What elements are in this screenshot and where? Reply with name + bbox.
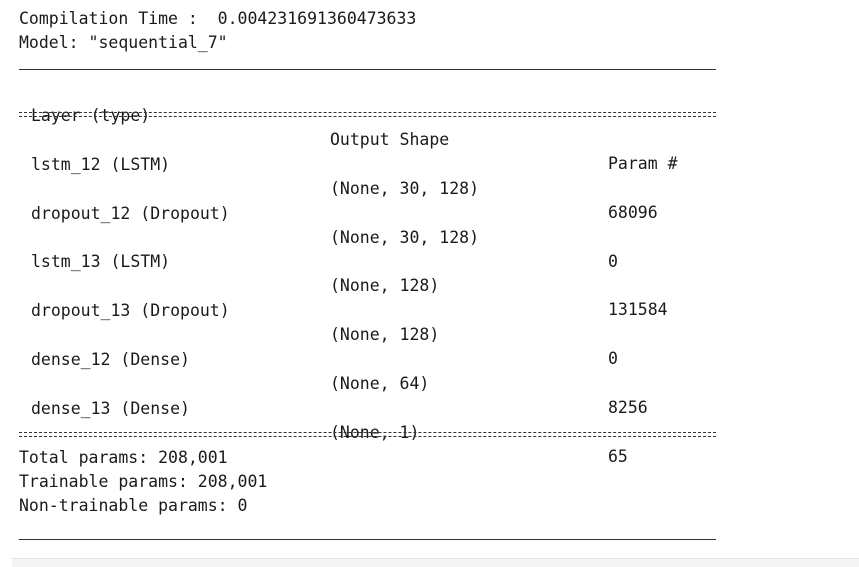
table-row: dense_13 (Dense) (None, 1) 65 xyxy=(31,373,721,466)
layer-name: dense_12 (Dense) xyxy=(31,350,190,369)
trainable-params-text: Trainable params: 208,001 xyxy=(19,472,268,491)
header-param: Param # xyxy=(608,154,678,173)
params-summary: Total params: 208,001 Trainable params: … xyxy=(19,446,719,518)
layer-name: dropout_13 (Dropout) xyxy=(31,301,230,320)
param-count: 68096 xyxy=(608,203,658,222)
param-count: 0 xyxy=(608,349,618,368)
layer-name: lstm_13 (LSTM) xyxy=(31,252,171,271)
compile-output: Compilation Time : 0.004231691360473633 … xyxy=(19,7,719,55)
table-row: dropout_13 (Dropout) (None, 128) 0 xyxy=(31,275,721,368)
param-count: 0 xyxy=(608,252,618,271)
param-count: 8256 xyxy=(608,398,648,417)
layer-name: lstm_12 (LSTM) xyxy=(31,155,171,174)
param-count: 131584 xyxy=(608,300,668,319)
bottom-divider xyxy=(19,539,716,540)
table-header: Layer (type) Output Shape Param # xyxy=(31,80,721,173)
table-row: lstm_13 (LSTM) (None, 128) 131584 xyxy=(31,226,721,319)
header-divider xyxy=(19,110,716,118)
table-row: lstm_12 (LSTM) (None, 30, 128) 68096 xyxy=(31,129,721,222)
footer-divider xyxy=(19,430,716,438)
compilation-time-text: Compilation Time : 0.004231691360473633 xyxy=(19,9,417,28)
layer-name: dense_13 (Dense) xyxy=(31,399,190,418)
non-trainable-params-text: Non-trainable params: 0 xyxy=(19,496,248,515)
layer-name: dropout_12 (Dropout) xyxy=(31,204,230,223)
table-row: dropout_12 (Dropout) (None, 30, 128) 0 xyxy=(31,178,721,271)
top-divider xyxy=(19,69,716,70)
table-row: dense_12 (Dense) (None, 64) 8256 xyxy=(31,324,721,417)
total-params-text: Total params: 208,001 xyxy=(19,448,228,467)
model-name-text: Model: "sequential_7" xyxy=(19,33,228,52)
